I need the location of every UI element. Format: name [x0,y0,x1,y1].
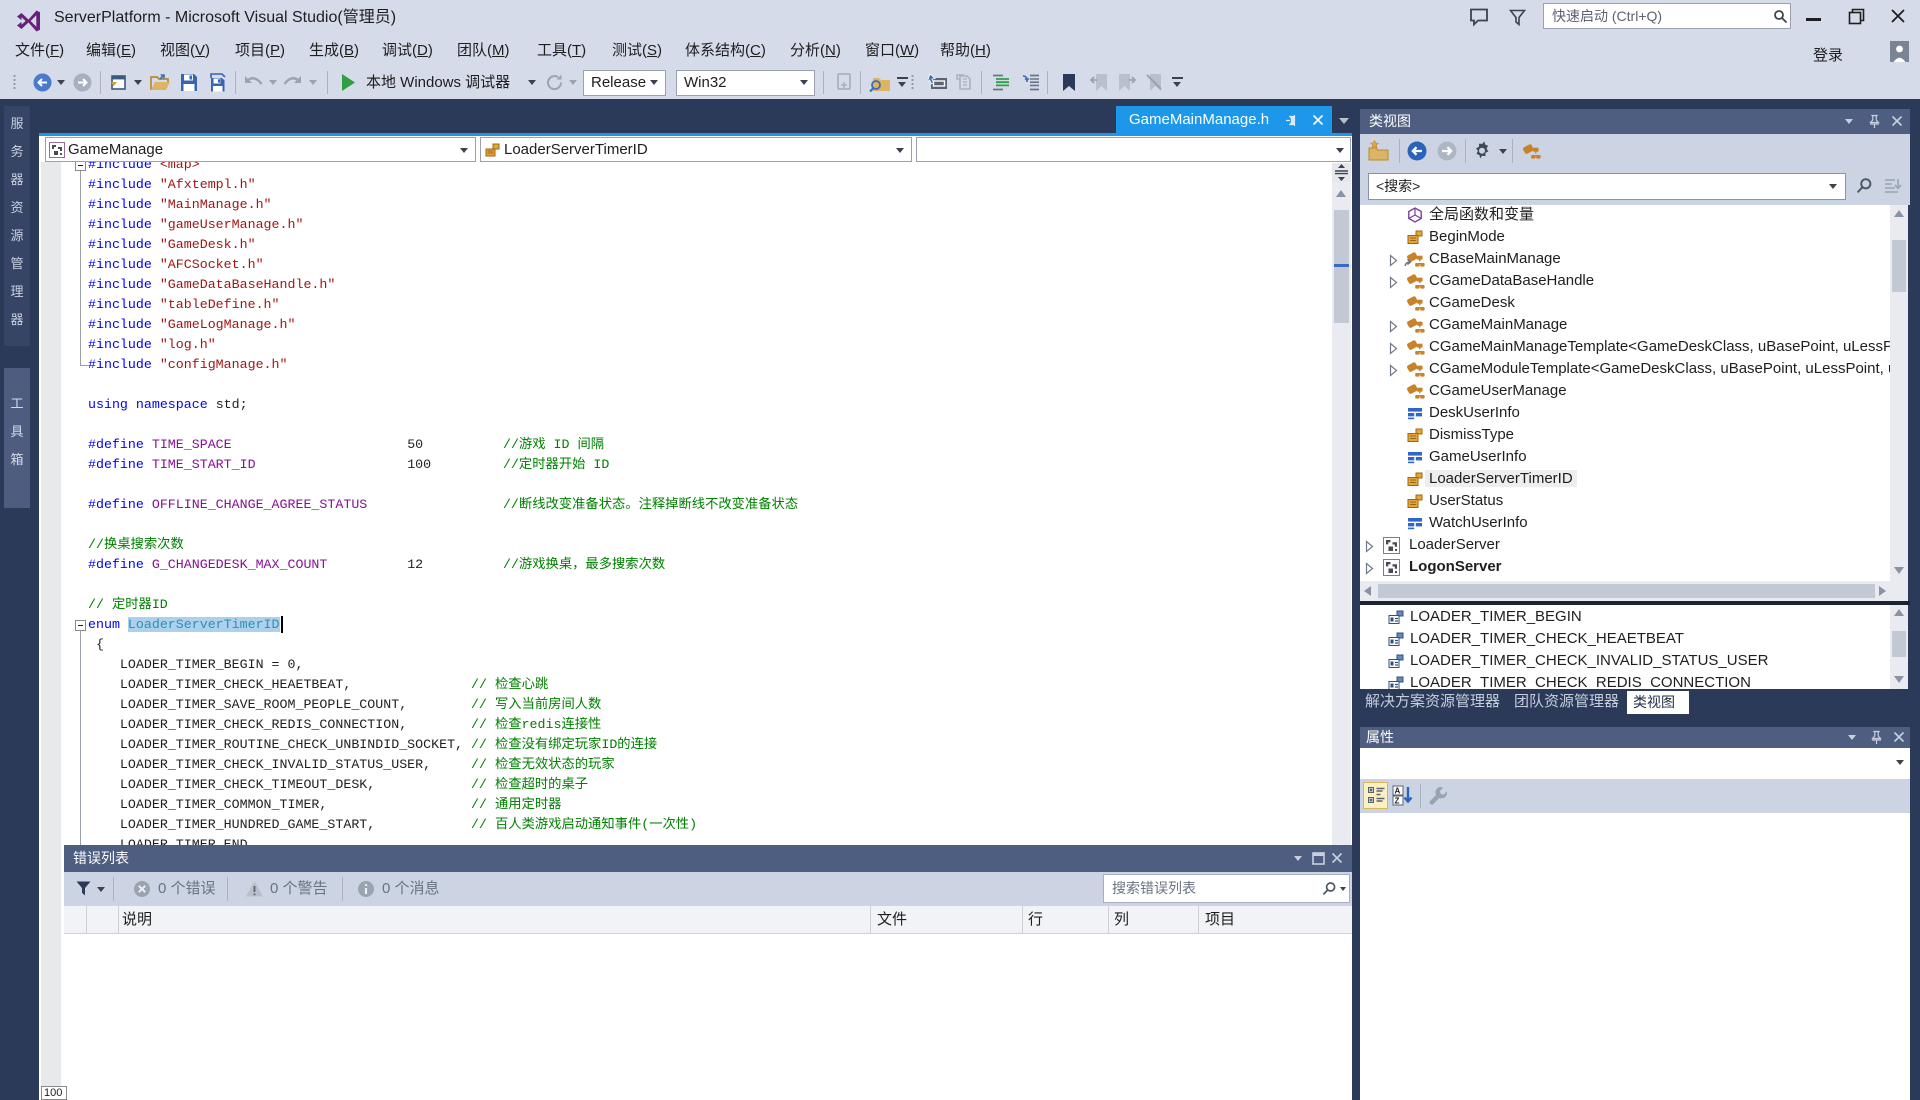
svg-text:Z: Z [1395,797,1400,806]
svg-text:A: A [1395,787,1401,796]
